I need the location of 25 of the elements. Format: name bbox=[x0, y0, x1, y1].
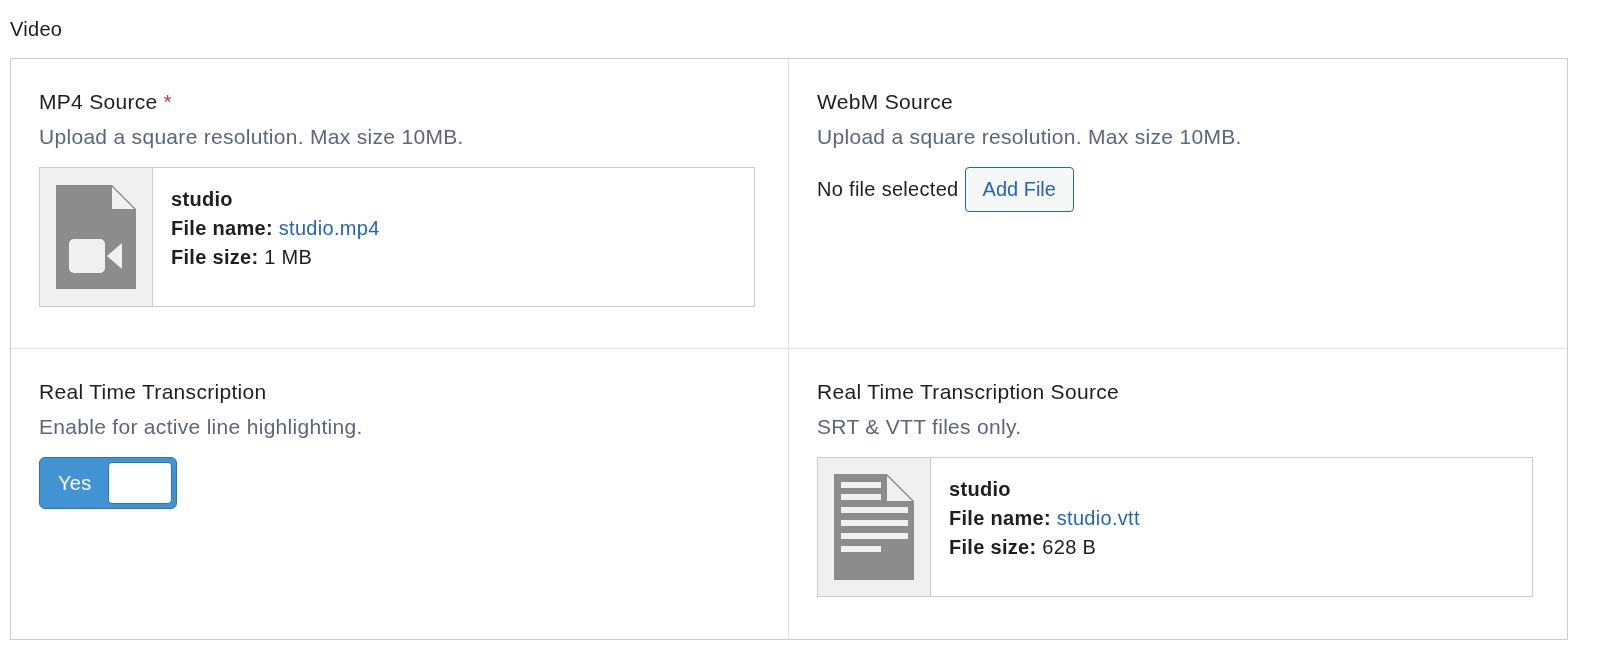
field-label: MP4 Source bbox=[39, 90, 158, 114]
field-description: Enable for active line highlighting. bbox=[39, 415, 364, 439]
field-label: WebM Source bbox=[817, 90, 953, 114]
video-file-icon bbox=[56, 185, 136, 289]
file-name-label: File name: bbox=[949, 507, 1051, 529]
file-size-value: 1 MB bbox=[264, 246, 313, 268]
file-name-link[interactable]: studio.mp4 bbox=[278, 217, 380, 239]
file-name-label: File name: bbox=[171, 217, 273, 239]
file-size-label: File size: bbox=[949, 536, 1037, 558]
section-title: Video bbox=[10, 18, 64, 41]
file-size-label: File size: bbox=[171, 246, 259, 268]
add-file-button[interactable]: Add File bbox=[964, 167, 1074, 212]
field-label: Real Time Transcription Source bbox=[817, 380, 1119, 404]
text-file-icon bbox=[834, 474, 914, 580]
field-description: SRT & VTT files only. bbox=[817, 415, 1023, 439]
field-description: Upload a square resolution. Max size 10MB. bbox=[817, 125, 1243, 149]
no-file-text: No file selected bbox=[817, 178, 959, 201]
field-description: Upload a square resolution. Max size 10MB. bbox=[39, 125, 465, 149]
file-title: studio bbox=[949, 478, 1012, 501]
field-label: Real Time Transcription bbox=[39, 380, 267, 404]
file-title: studio bbox=[171, 188, 234, 211]
required-mark: * bbox=[163, 90, 173, 114]
file-size-value: 628 B bbox=[1042, 536, 1097, 558]
file-name-link[interactable]: studio.vtt bbox=[1056, 507, 1140, 529]
toggle-switch[interactable]: Yes bbox=[39, 457, 177, 509]
